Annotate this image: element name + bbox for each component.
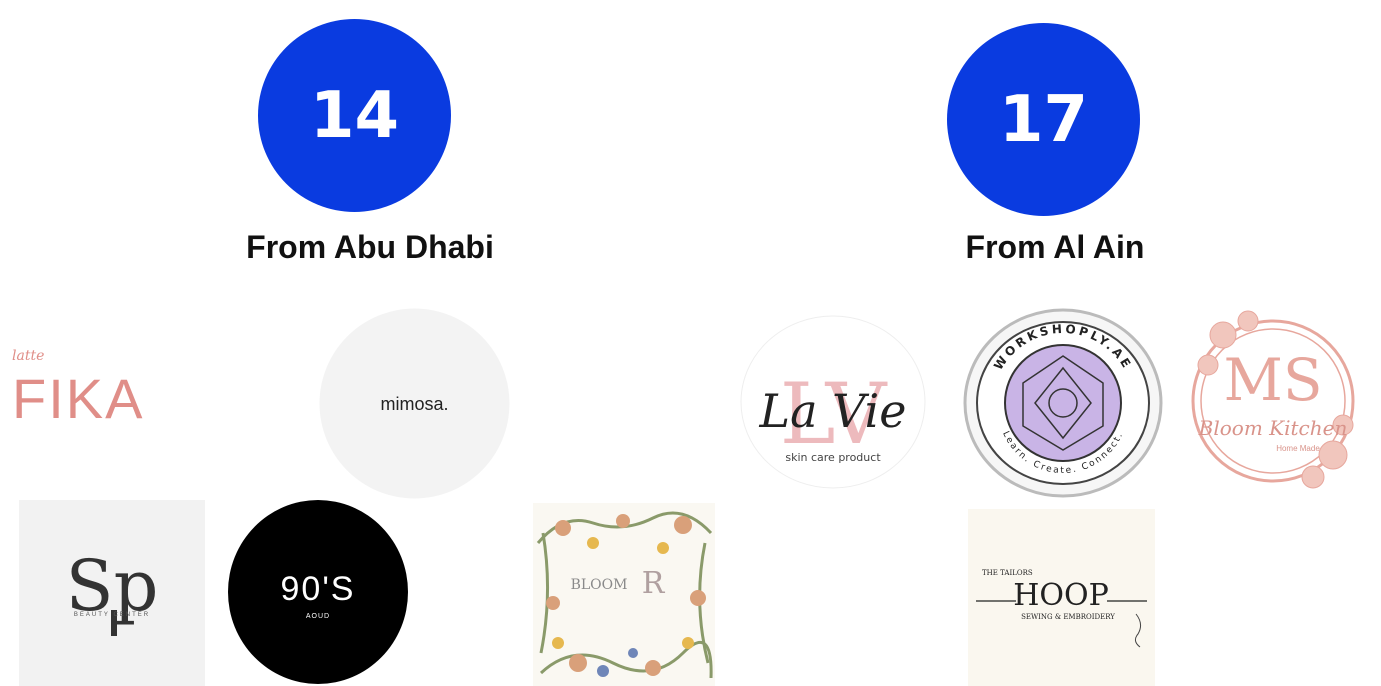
bloom-floral-logo: BLOOM R [533, 503, 715, 686]
fika-top-text: latte [12, 348, 44, 364]
al-ain-count-circle: 17 [947, 23, 1140, 216]
bloom-initial: R [642, 566, 666, 601]
mimosa-logo: mimosa. [319, 308, 510, 499]
90s-aoud-logo: 90'S AOUD [228, 500, 408, 684]
fika-logo: latte FIKA [8, 340, 168, 430]
la-vie-subtitle: skin care product [785, 451, 881, 464]
ms-name: Bloom Kitchen [1198, 416, 1348, 440]
abu-dhabi-label: From Abu Dhabi [246, 229, 494, 265]
90s-subtitle: AOUD [306, 613, 330, 620]
fika-name: FIKA [12, 367, 144, 430]
workshoply-logo: WORKSHOPLY.AE Learn. Create. Connect. [963, 308, 1163, 498]
tailors-hoop-logo: THE TAILORS HOOP SEWING & EMBROIDERY [968, 509, 1155, 686]
90s-name: 90'S [281, 570, 356, 608]
abu-dhabi-count-circle: 14 [258, 19, 451, 212]
abu-dhabi-count: 14 [309, 78, 400, 153]
hoop-name: HOOP [1013, 578, 1109, 613]
sp-subtitle: BEAUTY CENTER [74, 612, 150, 618]
mimosa-name: mimosa. [380, 394, 448, 414]
ms-subtitle: Home Made [1276, 444, 1320, 453]
bloom-name: BLOOM [571, 577, 628, 593]
hoop-top-text: THE TAILORS [982, 569, 1033, 577]
la-vie-name: La Vie [759, 384, 907, 438]
al-ain-label: From Al Ain [965, 229, 1145, 265]
al-ain-count: 17 [998, 82, 1089, 157]
la-vie-logo: LV La Vie skin care product [739, 315, 927, 490]
ms-monogram: MS [1223, 346, 1322, 414]
sp-beauty-center-logo: Sp BEAUTY CENTER [19, 500, 205, 686]
ms-bloom-kitchen-logo: MS Bloom Kitchen Home Made [1183, 305, 1363, 497]
hoop-subtitle: SEWING & EMBROIDERY [1021, 613, 1115, 621]
